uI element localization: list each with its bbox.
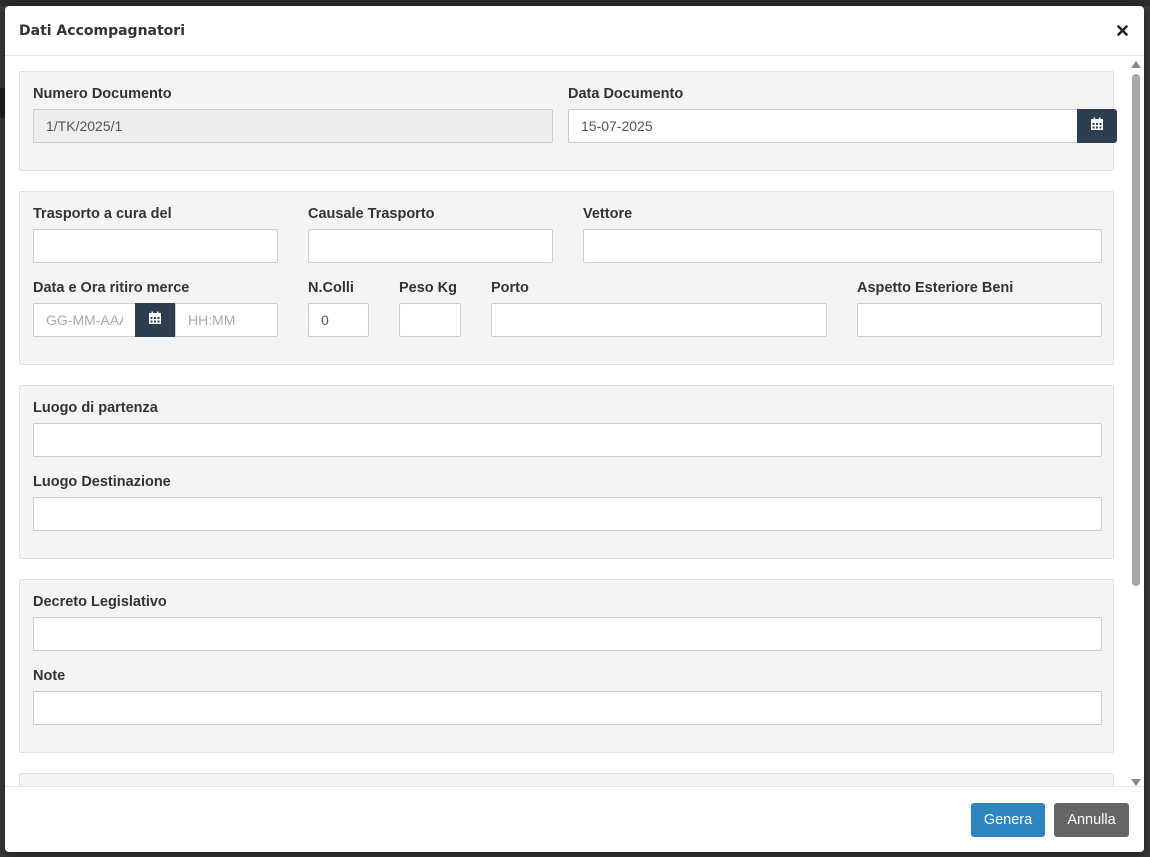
extra-panel xyxy=(19,773,1114,786)
aspetto-beni-label: Aspetto Esteriore Beni xyxy=(857,280,1014,296)
annulla-button[interactable]: Annulla xyxy=(1054,803,1129,837)
numero-documento-label: Numero Documento xyxy=(33,86,172,102)
aspetto-beni-input[interactable] xyxy=(857,303,1102,337)
n-colli-label: N.Colli xyxy=(308,280,354,296)
transport-panel: Trasporto a cura del Causale Trasporto V… xyxy=(19,191,1114,365)
scroll-thumb[interactable] xyxy=(1132,74,1140,586)
causale-trasporto-input[interactable] xyxy=(308,229,553,263)
vettore-label: Vettore xyxy=(583,206,633,222)
close-icon[interactable] xyxy=(1114,23,1130,39)
places-panel: Luogo di partenza Luogo Destinazione xyxy=(19,385,1114,559)
note-label: Note xyxy=(33,668,66,684)
luogo-destinazione-input[interactable] xyxy=(33,497,1102,531)
modal-body: Numero Documento Data Documento Trasport… xyxy=(5,56,1144,786)
causale-trasporto-label: Causale Trasporto xyxy=(308,206,435,222)
porto-label: Porto xyxy=(491,280,529,296)
calendar-button[interactable] xyxy=(1077,109,1117,143)
modal-title: Dati Accompagnatori xyxy=(19,22,185,39)
data-documento-label: Data Documento xyxy=(568,86,684,102)
ritiro-date-input[interactable] xyxy=(33,303,136,337)
ritiro-time-input[interactable] xyxy=(175,303,278,337)
decreto-legislativo-input[interactable] xyxy=(33,617,1102,651)
genera-button[interactable]: Genera xyxy=(971,803,1045,837)
porto-input[interactable] xyxy=(491,303,827,337)
data-documento-input[interactable] xyxy=(568,109,1078,143)
modal-header: Dati Accompagnatori xyxy=(5,6,1144,56)
decreto-legislativo-label: Decreto Legislativo xyxy=(33,594,167,610)
luogo-partenza-input[interactable] xyxy=(33,423,1102,457)
ritiro-merce-label: Data e Ora ritiro merce xyxy=(33,280,190,296)
calendar-icon xyxy=(1090,117,1104,135)
scroll-up-icon[interactable] xyxy=(1131,61,1141,68)
n-colli-input[interactable] xyxy=(308,303,369,337)
scroll-down-icon[interactable] xyxy=(1131,779,1141,786)
document-panel: Numero Documento Data Documento xyxy=(19,71,1117,171)
vettore-input[interactable] xyxy=(583,229,1102,263)
note-input[interactable] xyxy=(33,691,1102,725)
legal-panel: Decreto Legislativo Note xyxy=(19,579,1114,753)
modal-scrollbar[interactable] xyxy=(1128,56,1144,786)
ritiro-calendar-button[interactable] xyxy=(135,303,175,337)
luogo-destinazione-label: Luogo Destinazione xyxy=(33,474,171,490)
luogo-partenza-label: Luogo di partenza xyxy=(33,400,158,416)
trasporto-cura-input[interactable] xyxy=(33,229,278,263)
peso-kg-label: Peso Kg xyxy=(399,280,458,296)
trasporto-cura-label: Trasporto a cura del xyxy=(33,206,172,222)
numero-documento-input[interactable] xyxy=(33,109,553,143)
calendar-icon xyxy=(148,311,162,329)
dati-accompagnatori-modal: Dati Accompagnatori Numero Documento Dat… xyxy=(5,6,1144,852)
peso-kg-input[interactable] xyxy=(399,303,461,337)
modal-footer: Genera Annulla xyxy=(5,786,1144,852)
